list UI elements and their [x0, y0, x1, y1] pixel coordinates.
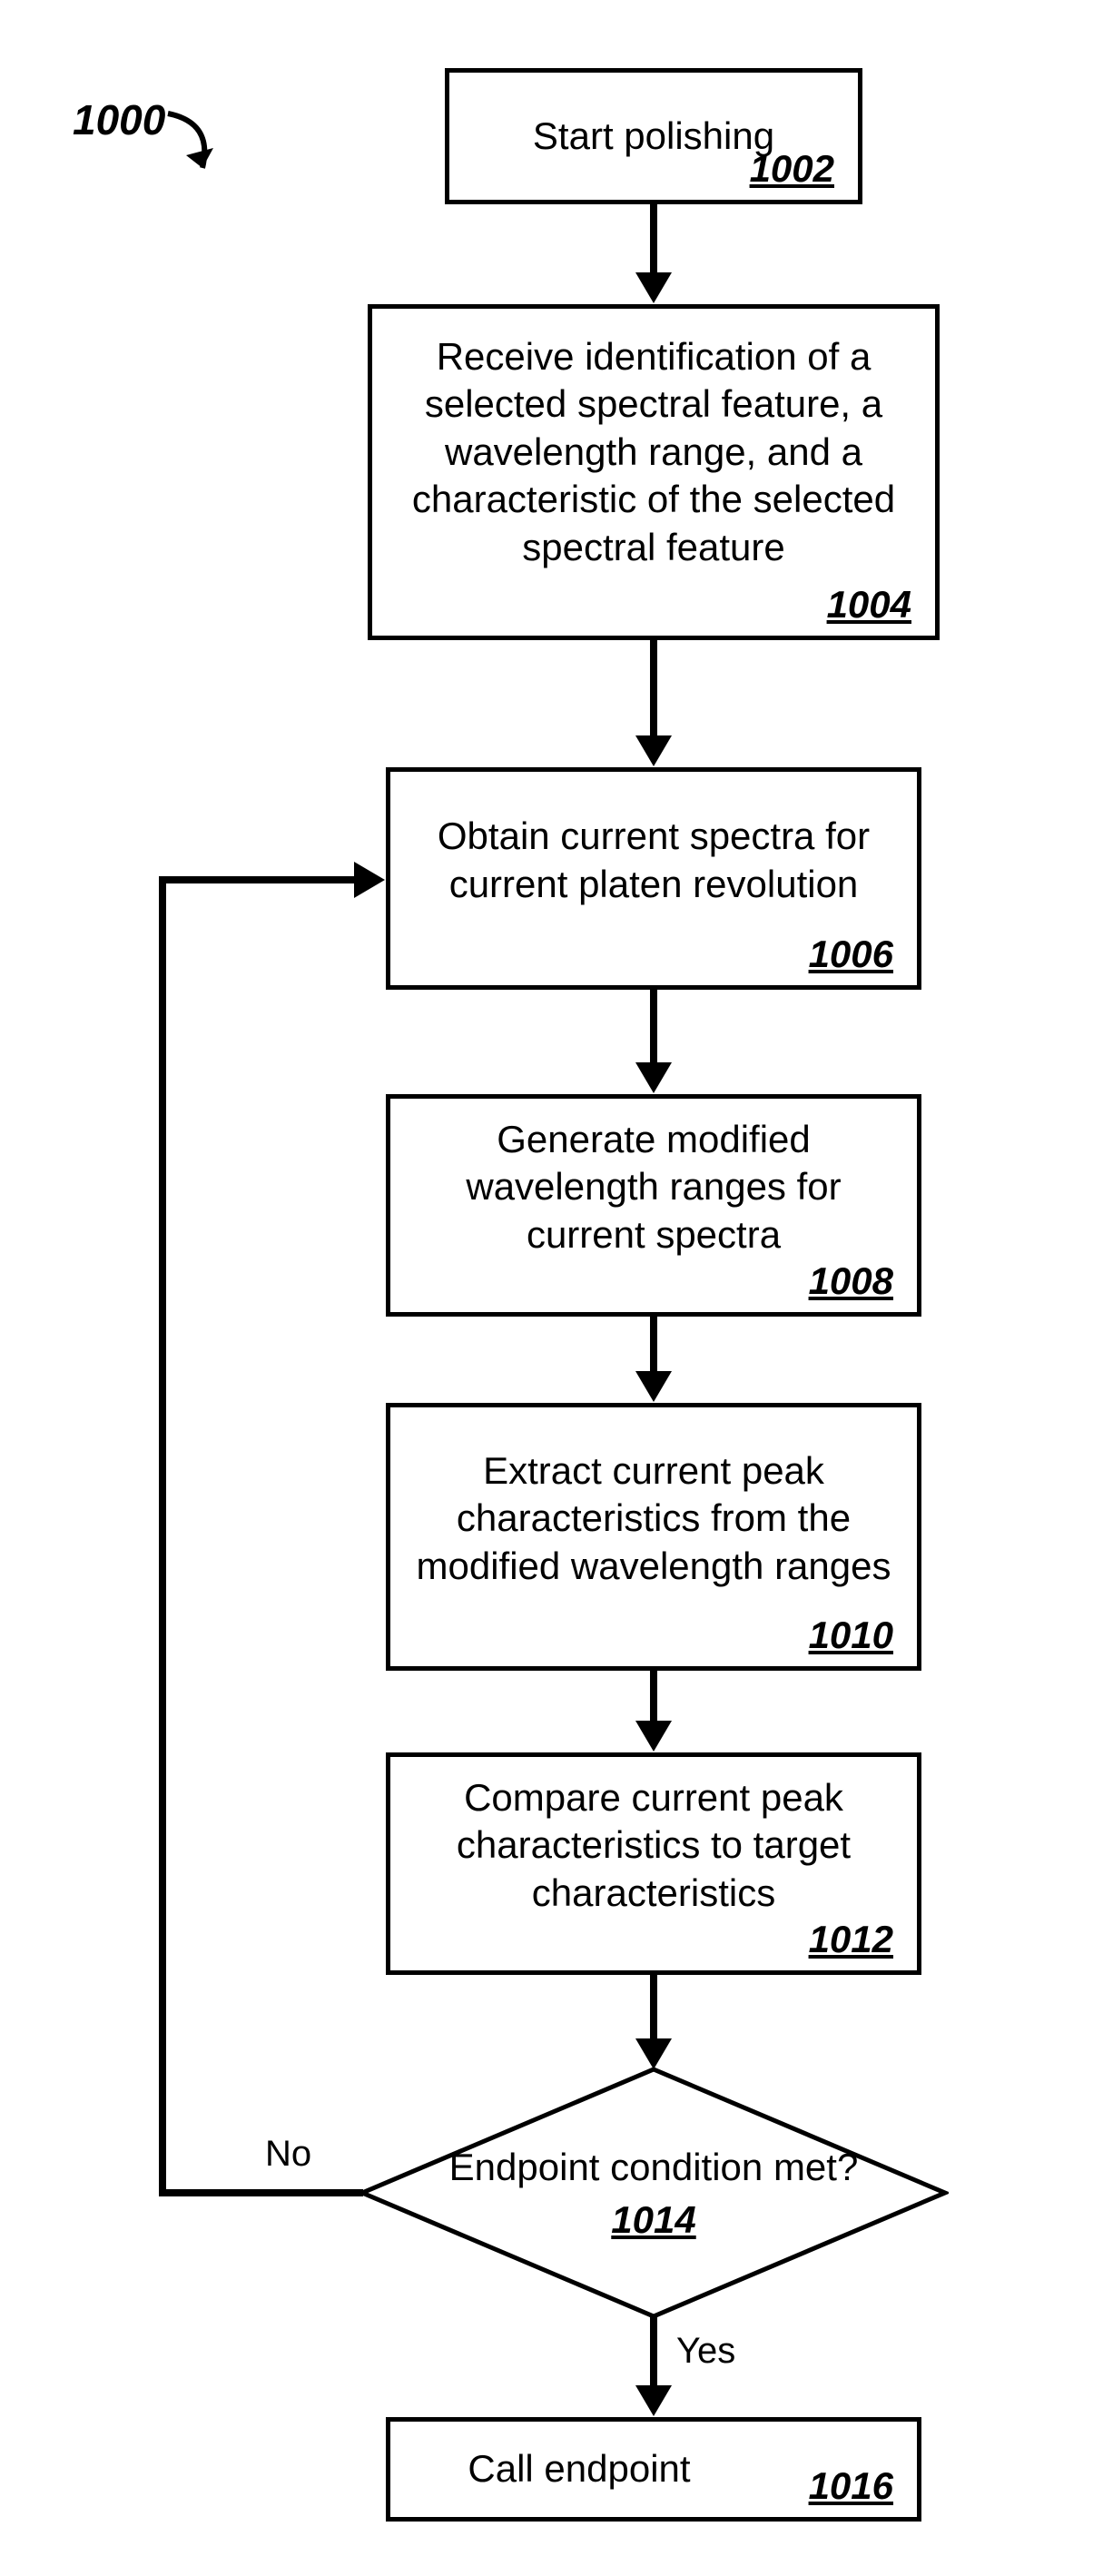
figure-number: 1000 [73, 96, 165, 143]
arrow [650, 1975, 657, 2043]
step-text: Obtain current spectra for current plate… [414, 813, 893, 908]
step-start-polishing: Start polishing 1002 [445, 68, 862, 204]
arrow-head-down-icon [635, 1721, 672, 1752]
step-ref: 1008 [809, 1259, 893, 1303]
arrow [650, 990, 657, 1067]
step-ref: 1006 [809, 933, 893, 976]
step-ref: 1012 [809, 1918, 893, 1961]
decision-ref: 1014 [611, 2198, 695, 2242]
arrow-head-down-icon [635, 272, 672, 303]
step-text: Receive identification of a selected spe… [396, 333, 911, 572]
step-obtain-spectra: Obtain current spectra for current plate… [386, 767, 921, 990]
step-text: Extract current peak characteristics fro… [414, 1447, 893, 1591]
step-ref: 1002 [750, 147, 834, 191]
arrow [159, 2189, 363, 2196]
arrow [650, 204, 657, 277]
arrow [650, 1671, 657, 1725]
arrow [650, 1317, 657, 1376]
step-generate-modified-ranges: Generate modified wavelength ranges for … [386, 1094, 921, 1317]
edge-label-no: No [265, 2134, 311, 2175]
step-ref: 1010 [809, 1614, 893, 1657]
step-ref: 1004 [827, 583, 911, 627]
step-extract-peak-characteristics: Extract current peak characteristics fro… [386, 1403, 921, 1671]
figure-arrow-icon [159, 104, 231, 204]
arrow-head-down-icon [635, 2038, 672, 2069]
edge-label-yes: Yes [676, 2331, 735, 2372]
arrow-head-down-icon [635, 1062, 672, 1093]
figure-label: 1000 [73, 95, 165, 144]
step-compare-characteristics: Compare current peak characteristics to … [386, 1752, 921, 1975]
step-call-endpoint: Call endpoint 1016 [386, 2417, 921, 2522]
decision-text: Endpoint condition met? [449, 2144, 859, 2192]
step-text: Generate modified wavelength ranges for … [414, 1116, 893, 1259]
arrow [650, 2317, 657, 2390]
arrow-head-down-icon [635, 2385, 672, 2416]
arrow [159, 876, 354, 883]
decision-endpoint-condition: Endpoint condition met? 1014 [359, 2066, 949, 2320]
arrow-head-down-icon [635, 735, 672, 766]
step-text: Call endpoint [414, 2445, 744, 2493]
arrow [159, 876, 166, 2196]
arrow-head-right-icon [354, 862, 385, 898]
step-ref: 1016 [809, 2464, 893, 2508]
step-text: Compare current peak characteristics to … [414, 1774, 893, 1918]
arrow-head-down-icon [635, 1371, 672, 1402]
flowchart-canvas: 1000 Start polishing 1002 Receive identi… [0, 0, 1103, 2576]
arrow [650, 640, 657, 740]
step-receive-identification: Receive identification of a selected spe… [368, 304, 940, 640]
